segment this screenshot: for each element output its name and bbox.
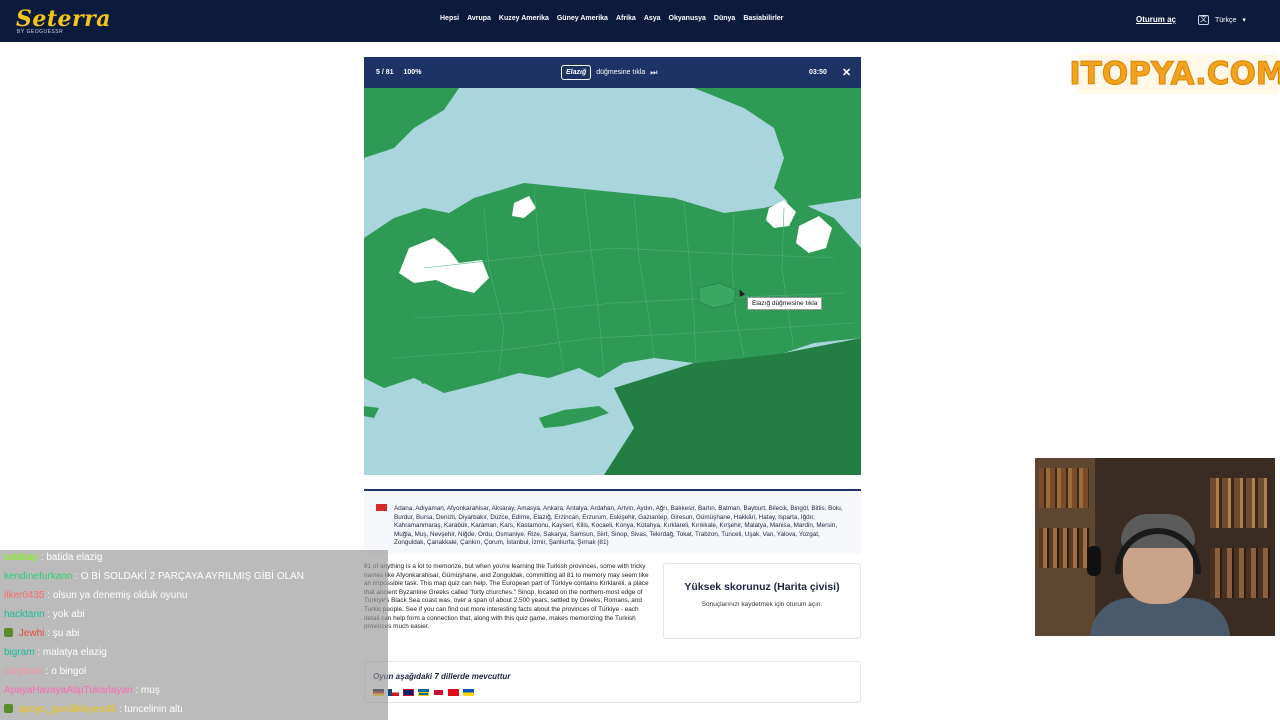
chat-username: hacktann bbox=[4, 609, 45, 620]
chat-text: : olsun ya denemiş olduk oyunu bbox=[47, 590, 188, 601]
quiz-description: 81 of anything is a lot to memorize, but… bbox=[364, 563, 649, 631]
chat-username: Jewhi bbox=[18, 628, 45, 639]
chat-text: : O Bİ SOLDAKİ 2 PARÇAYA AYRILMIŞ GİBİ O… bbox=[75, 571, 304, 582]
nav-item-avrupa[interactable]: Avrupa bbox=[467, 15, 491, 22]
chat-message: Jewhi : şu abi bbox=[4, 628, 79, 639]
books-row bbox=[1210, 478, 1270, 528]
chat-text: : yok abi bbox=[47, 609, 85, 620]
target-province: Elazığ bbox=[561, 65, 592, 80]
map-quiz: 5 / 81 100% Elazığ düğmesine tıkla ⏭ 03:… bbox=[364, 57, 861, 475]
turkey-map[interactable] bbox=[364, 88, 861, 475]
quiz-progress: 5 / 81 100% bbox=[376, 69, 421, 76]
chat-message: curyborn : o bingol bbox=[4, 666, 86, 677]
chat-message: ApayaHavayaAtipTukarlayan : muş bbox=[4, 685, 160, 696]
login-link[interactable]: Oturum aç bbox=[1136, 15, 1176, 24]
flag-uk-icon[interactable] bbox=[403, 689, 414, 696]
main-nav: Hepsi Avrupa Kuzey Amerika Güney Amerika… bbox=[440, 15, 783, 22]
books-row bbox=[1039, 528, 1089, 568]
chat-badge-icon bbox=[4, 628, 13, 637]
flag-danish-icon[interactable] bbox=[433, 689, 444, 696]
chat-text: : tuncelinin altı bbox=[118, 704, 183, 715]
chat-username: apoyu_gondikleyen45 bbox=[18, 704, 117, 715]
quiz-prompt: Elazığ düğmesine tıkla ⏭ bbox=[561, 65, 657, 80]
stream-chat: solakay : batida elazig kendinefurkann :… bbox=[0, 550, 388, 720]
translate-icon: 文 bbox=[1198, 15, 1209, 25]
chat-text: : malatya elazig bbox=[37, 647, 107, 658]
province-list-box: Adana, Adıyaman, Afyonkarahisar, Aksaray… bbox=[364, 489, 861, 554]
language-selector[interactable]: 文 Türkçe ▾ bbox=[1198, 15, 1246, 25]
question-counter: 5 / 81 bbox=[376, 69, 394, 76]
books-row bbox=[1210, 548, 1270, 598]
chat-username: curyborn bbox=[4, 666, 43, 677]
logo-subtitle: BY GEOGUESSR bbox=[17, 29, 64, 35]
chat-text: : o bingol bbox=[45, 666, 87, 677]
flag-swedish-icon[interactable] bbox=[418, 689, 429, 696]
chat-badge-icon bbox=[4, 704, 13, 713]
skip-icon[interactable]: ⏭ bbox=[650, 68, 657, 78]
map-tooltip: Elazığ düğmesine tıkla bbox=[747, 297, 823, 310]
nav-item-kuzey-amerika[interactable]: Kuzey Amerika bbox=[499, 15, 549, 22]
language-flags bbox=[373, 689, 474, 696]
high-score-subtitle[interactable]: Sonuçlarınızı kaydetmek için oturum açın… bbox=[664, 601, 860, 608]
nav-item-hepsi[interactable]: Hepsi bbox=[440, 15, 459, 22]
chat-text: : şu abi bbox=[47, 628, 80, 639]
chat-username: kendinefurkann bbox=[4, 571, 73, 582]
language-label: Türkçe bbox=[1215, 16, 1237, 24]
languages-box: Oyun aşağıdaki 7 dillerde mevcuttur bbox=[364, 661, 861, 703]
nav-item-guney-amerika[interactable]: Güney Amerika bbox=[557, 15, 608, 22]
high-score-card: Yüksek skorunuz (Harita çivisi) Sonuçlar… bbox=[663, 563, 861, 639]
nav-item-basilabilirler[interactable]: Basiabilirler bbox=[743, 15, 783, 22]
flag-ukrainian-icon[interactable] bbox=[463, 689, 474, 696]
nav-item-asya[interactable]: Asya bbox=[644, 15, 661, 22]
nav-item-okyanusya[interactable]: Okyanusya bbox=[669, 15, 706, 22]
accuracy-percent: 100% bbox=[403, 69, 422, 76]
chat-message: bigram : malatya elazig bbox=[4, 647, 107, 658]
chat-message: solakay : batida elazig bbox=[4, 552, 102, 563]
chat-username: ilker0435 bbox=[4, 590, 45, 601]
chevron-down-icon: ▾ bbox=[1242, 17, 1246, 24]
chat-message: ilker0435 : olsun ya denemiş olduk oyunu bbox=[4, 590, 187, 601]
nav-item-dunya[interactable]: Dünya bbox=[714, 15, 735, 22]
quiz-timer: 03:50 bbox=[809, 69, 827, 76]
languages-title: Oyun aşağıdaki 7 dillerde mevcuttur bbox=[373, 672, 511, 681]
microphone-icon bbox=[1087, 546, 1101, 576]
chat-username: solakay bbox=[4, 552, 38, 563]
chat-username: bigram bbox=[4, 647, 35, 658]
flag-czech-icon[interactable] bbox=[388, 689, 399, 696]
quiz-header: 5 / 81 100% Elazığ düğmesine tıkla ⏭ 03:… bbox=[364, 57, 861, 88]
close-icon[interactable]: ✕ bbox=[842, 66, 851, 79]
chat-message: kendinefurkann : O Bİ SOLDAKİ 2 PARÇAYA … bbox=[4, 571, 304, 582]
chat-message: apoyu_gondikleyen45 : tuncelinin altı bbox=[4, 704, 183, 715]
chat-message: hacktann : yok abi bbox=[4, 609, 85, 620]
sponsor-watermark: ITOPYA.COM bbox=[1069, 54, 1280, 94]
turkey-flag-icon bbox=[376, 504, 387, 511]
nav-item-afrika[interactable]: Afrika bbox=[616, 15, 636, 22]
high-score-title: Yüksek skorunuz (Harita çivisi) bbox=[684, 581, 840, 593]
chat-text: : batida elazig bbox=[40, 552, 103, 563]
province-list: Adana, Adıyaman, Afyonkarahisar, Aksaray… bbox=[394, 505, 843, 546]
prompt-text: düğmesine tıkla bbox=[596, 69, 646, 76]
streamer-webcam bbox=[1035, 458, 1275, 636]
chat-text: : muş bbox=[135, 685, 160, 696]
chat-username: ApayaHavayaAtipTukarlayan bbox=[4, 685, 133, 696]
flag-turkish-icon[interactable] bbox=[448, 689, 459, 696]
books-row bbox=[1039, 468, 1089, 508]
top-navigation-bar: Seterra BY GEOGUESSR Hepsi Avrupa Kuzey … bbox=[0, 0, 1280, 42]
